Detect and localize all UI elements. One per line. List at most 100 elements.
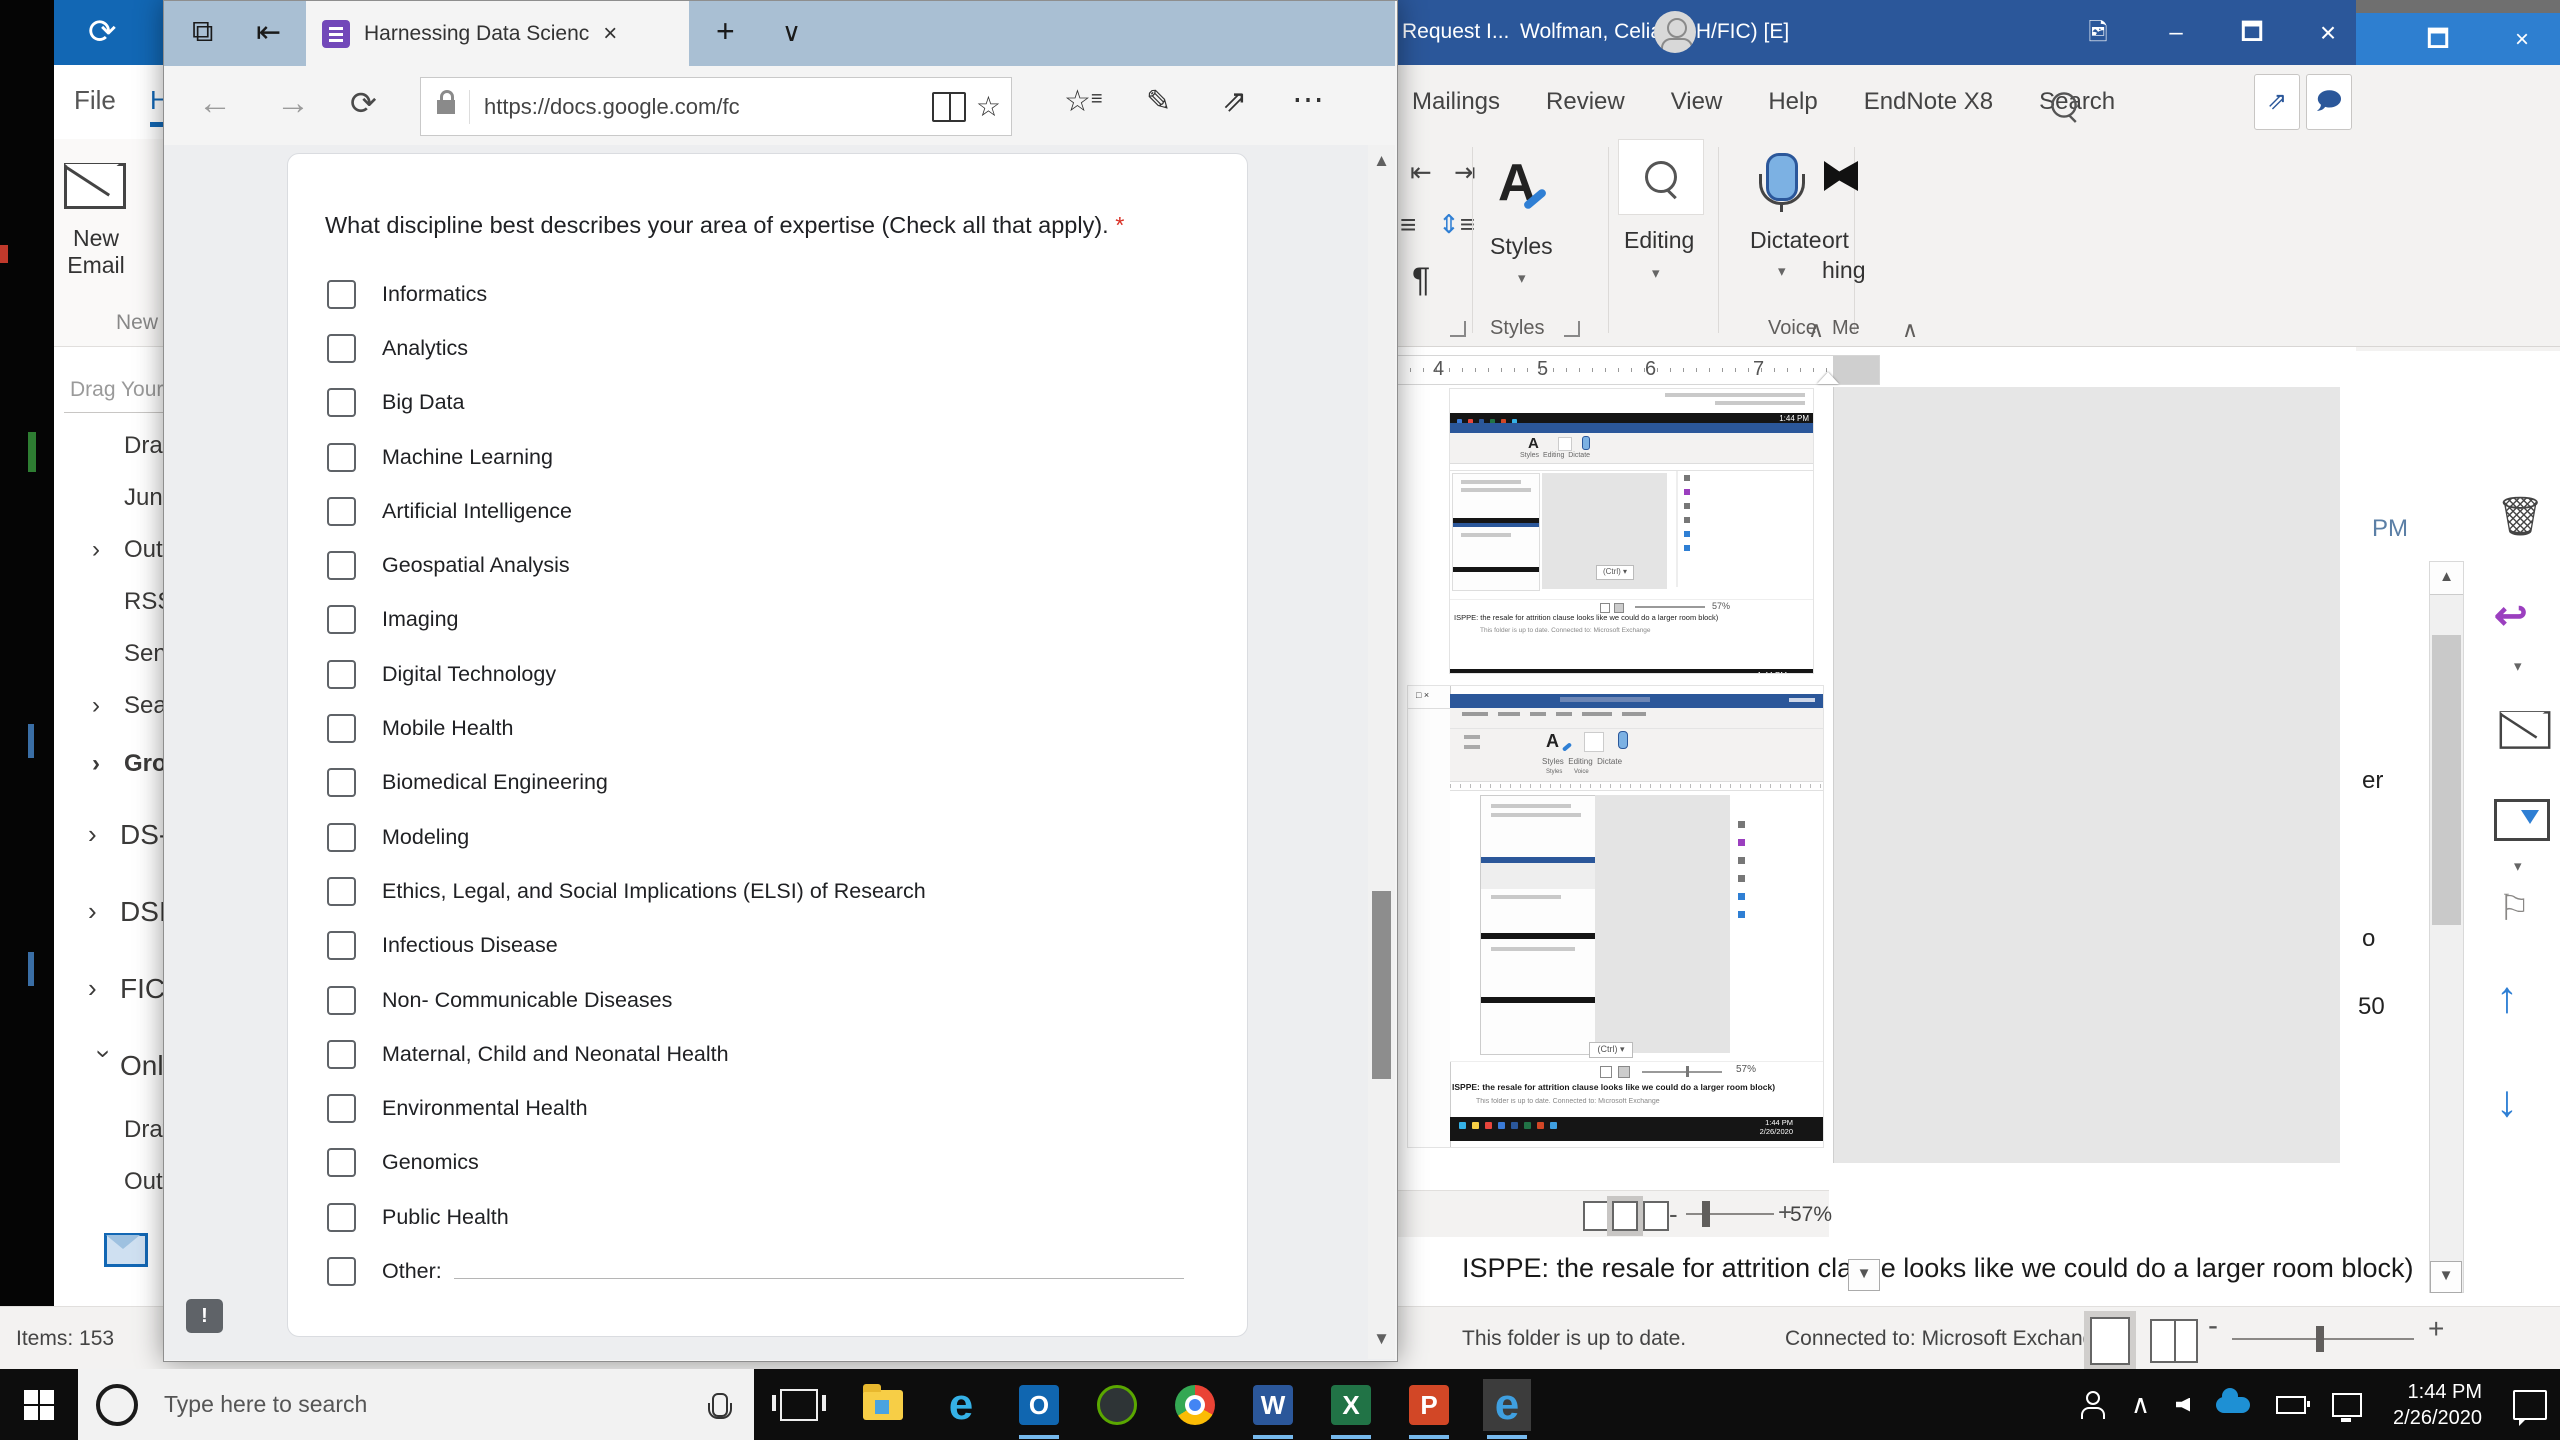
ribbon-tab[interactable]: Review [1546,65,1625,139]
checkbox[interactable] [327,714,356,743]
tab-close-icon[interactable]: × [603,20,617,48]
other-text-input[interactable] [454,1278,1184,1279]
people-icon[interactable] [2081,1391,2105,1419]
chevron-icon[interactable]: › [92,536,124,564]
forward-icon[interactable]: → [276,84,310,123]
styles-dialog-launcher-icon[interactable] [1564,321,1580,337]
scroll-thumb[interactable] [1372,891,1391,1079]
taskbar-word[interactable]: W [1249,1379,1297,1431]
favorite-star-icon[interactable]: ☆ [976,90,1001,123]
reply-dropdown-icon[interactable]: ▾ [2514,657,2522,675]
mail-nav-icon[interactable] [104,1233,148,1267]
editing-button[interactable]: Editing ▾ [1618,139,1710,317]
volume-icon[interactable] [2176,1398,2190,1412]
scroll-down-icon[interactable]: ▼ [1848,1259,1880,1291]
task-view-icon[interactable] [780,1389,818,1421]
checkbox[interactable] [327,280,356,309]
taskbar-cisco-anyconnect[interactable] [1093,1379,1141,1431]
mini-paste-options-button[interactable]: (Ctrl) ▾ [1596,565,1634,580]
outlook-file-tab[interactable]: File [74,85,116,116]
reply-icon[interactable]: ↩ [2494,593,2528,639]
message-scrollbar[interactable]: ▲ [2429,561,2464,1293]
chevron-icon[interactable]: › [89,1050,120,1082]
maximize-icon[interactable]: 🗖 [2418,7,2458,72]
hub-icon[interactable]: ☆≡ [1064,84,1103,119]
scroll-up-icon[interactable]: ▲ [1368,151,1395,171]
minimize-icon[interactable]: – [2156,0,2196,65]
checkbox[interactable] [327,768,356,797]
mic-icon[interactable] [712,1393,728,1417]
scroll-down-icon[interactable]: ▼ [1368,1329,1395,1349]
back-icon[interactable]: ← [198,84,232,123]
zoom-slider[interactable] [1702,1201,1710,1227]
checkbox[interactable] [327,1148,356,1177]
taskbar-edge[interactable]: e [1483,1379,1531,1431]
reading-pane-icon[interactable] [2090,1317,2130,1365]
checkbox[interactable] [327,1094,356,1123]
onedrive-icon[interactable] [2216,1397,2250,1413]
set-tabs-aside-icon[interactable]: ⇤ [256,15,281,50]
chevron-icon[interactable]: › [92,750,124,778]
battery-icon[interactable] [2276,1396,2306,1414]
zoom-out-icon[interactable]: - [1669,1199,1678,1230]
checkbox[interactable] [327,823,356,852]
scroll-thumb[interactable] [2432,635,2461,925]
sync-icon[interactable]: ⟳ [88,14,124,50]
refresh-icon[interactable]: ⟳ [350,84,377,122]
checkbox[interactable] [327,497,356,526]
more-options-icon[interactable]: ⋯ [1292,80,1324,118]
tab-list-icon[interactable]: ∨ [782,17,801,48]
action-center-icon[interactable] [2513,1390,2547,1420]
reading-view-icon[interactable] [932,92,966,122]
report-abuse-icon[interactable]: ! [186,1299,223,1333]
embedded-screenshot-2[interactable]: □ × A Styles Editing Dictate Styles Voic… [1408,686,1823,1147]
mini-paste-options-button[interactable]: (Ctrl) ▾ [1589,1042,1633,1058]
taskbar-outlook[interactable]: O [1015,1379,1063,1431]
reading-view-icon[interactable] [2150,1319,2198,1363]
paragraph-dialog-launcher-icon[interactable] [1450,321,1466,337]
styles-button[interactable]: A Styles ▾ [1480,147,1600,317]
zoom-in-icon[interactable]: + [2428,1313,2444,1345]
ribbon-tab[interactable]: EndNote X8 [1864,65,1993,139]
new-tab-icon[interactable]: + [716,13,735,50]
checkbox[interactable] [327,443,356,472]
line-spacing-icon[interactable]: ⇕≡ [1438,209,1475,240]
flag-icon[interactable]: ⚐ [2498,887,2530,929]
ribbon-tab[interactable]: Mailings [1412,65,1500,139]
scroll-up-icon[interactable]: ▲ [2430,562,2463,595]
active-tab[interactable]: Harnessing Data Scienc × [306,1,689,66]
checkbox[interactable] [327,551,356,580]
share-button[interactable]: ⇗ [2254,74,2300,130]
embedded-screenshot-1[interactable]: 1:44 PM A Styles Editing Dictate [1450,389,1813,673]
move-dropdown-icon[interactable]: ▾ [2514,857,2522,875]
previous-item-icon[interactable]: ↑ [2496,973,2518,1023]
ribbon-tab[interactable]: Help [1768,65,1817,139]
account-avatar[interactable] [1654,11,1696,53]
close-icon[interactable]: × [2502,7,2542,72]
comments-button[interactable]: 🗩 [2306,74,2352,130]
checkbox[interactable] [327,931,356,960]
mark-unread-icon[interactable] [2500,711,2551,749]
start-button[interactable] [24,1390,54,1420]
taskbar-excel[interactable]: X [1327,1379,1375,1431]
align-icon[interactable]: ≡ [1400,209,1416,241]
share-icon[interactable]: ⇗ [1222,84,1247,119]
taskbar-file-explorer[interactable] [859,1379,907,1431]
ribbon-display-options-icon[interactable]: 🖻 [2078,0,2118,65]
zoom-level[interactable]: 57% [1790,1203,1832,1227]
chevron-icon[interactable]: › [88,973,120,1004]
scroll-down-icon[interactable]: ▼ [2430,1261,2462,1293]
decrease-indent-icon[interactable]: ⇤ [1410,157,1432,188]
taskbar-powerpoint[interactable]: P [1405,1379,1453,1431]
right-indent-marker[interactable] [1817,372,1839,384]
chevron-icon[interactable]: › [88,896,120,927]
taskbar-search[interactable]: Type here to search [78,1369,754,1440]
checkbox[interactable] [327,388,356,417]
checkbox[interactable] [327,877,356,906]
checkbox[interactable] [327,1203,356,1232]
checkbox[interactable] [327,334,356,363]
checkbox[interactable] [327,1040,356,1069]
web-note-icon[interactable]: ✎ [1146,84,1171,119]
checkbox[interactable] [327,605,356,634]
taskbar-clock[interactable]: 1:44 PM 2/26/2020 [2393,1379,2482,1431]
